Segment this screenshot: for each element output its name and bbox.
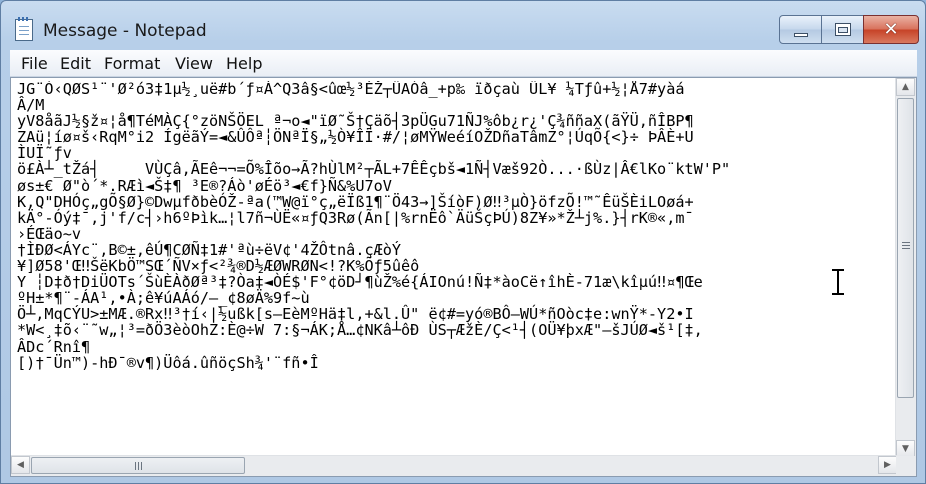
maximize-button[interactable] — [821, 15, 864, 44]
minimize-button[interactable] — [779, 15, 822, 44]
scroll-right-button[interactable]: ▶ — [878, 456, 897, 474]
size-grip[interactable] — [896, 456, 916, 476]
close-button[interactable]: ✕ — [863, 15, 919, 44]
vertical-scroll-thumb[interactable] — [897, 98, 914, 398]
text-line: ¥]Ø58'Œ‼ŠëKbÖ™SŒ´ÑV×ƒ<²¾®D½ÆØWRØN<!?K%Õƒ… — [17, 257, 420, 276]
notepad-icon[interactable] — [15, 17, 33, 41]
menu-bar: File Edit Format View Help — [10, 50, 917, 77]
menu-file[interactable]: File — [21, 54, 48, 73]
text-line: Y ┆D‡ð†DiÜOTs´ŠùÈÀðØª³‡?Òa‡◄ÒÉ$'F°¢öD┘¶ù… — [17, 273, 703, 292]
text-line: ö£À┴_tŽá┤ VÙÇâ,ÃEê¬¬=Õ%Îõo→Ã?hÙlM²┬ÃL+7Ê… — [17, 160, 731, 179]
window-title: Message - Notepad — [43, 21, 207, 41]
notepad-window: Message - Notepad ✕ File Edit Format Vie… — [0, 0, 926, 484]
scroll-up-button[interactable]: ▲ — [896, 78, 915, 96]
scroll-left-button[interactable]: ◀ — [11, 456, 30, 474]
close-icon: ✕ — [883, 19, 899, 40]
text-line: JG¨Ò‹QØS¹¨'Ø²ó3‡1µ½¸uë#b´ƒ¤Á^Q3â§<ûœ½³ÉŽ… — [17, 81, 685, 98]
editor-text[interactable]: JG¨Ò‹QØS¹¨'Ø²ó3‡1µ½¸uë#b´ƒ¤Á^Q3â§<ûœ½³ÉŽ… — [17, 81, 889, 453]
text-editor[interactable]: JG¨Ò‹QØS¹¨'Ø²ó3‡1µ½¸uë#b´ƒ¤Á^Q3â§<ûœ½³ÉŽ… — [10, 77, 917, 477]
text-line: K,Q"DHÓç„gÕ§Ø}©DwµfðbèÓŽ-ªa(™W@ï°ç„ëÏß1¶… — [17, 192, 694, 211]
text-line: ZAü¦íø¤š‹RqM°i2 ÍgëãÝ=◄&ÛÔª┆ÖNªÏ§„½Ò¥ÎÏ·… — [17, 128, 694, 147]
minimize-icon — [794, 33, 808, 37]
vertical-scrollbar[interactable]: ▲ ▼ — [895, 78, 916, 458]
text-line: ›ÉŒäo~v — [17, 224, 82, 243]
grip-icon — [135, 462, 144, 470]
horizontal-scrollbar[interactable]: ◀ ▶ — [11, 455, 897, 476]
menu-edit[interactable]: Edit — [60, 54, 91, 73]
text-line: Ö┴,MqCÝU>±MÆ.®Rx‼³†í‹|½ußk[s—EèMºHä‡l,+&… — [17, 305, 694, 324]
text-line: [)†¯Ün™)-hÐ¯®v¶)Üôá.ûñöçSh¾'¨fñ•Î — [17, 353, 319, 372]
text-line: *W<¸‡õ‹¨˜w„¦³=ðÖ3èòOhZ:È@÷W 7:§¬ÁK;Å…¢NK… — [17, 321, 703, 340]
text-line: Â/M — [17, 96, 45, 115]
text-line: øs±€ Ø"ò´*.RÆì◄Š‡¶ ³E®?Áò'øÉö³◄€f}Ñ&%U7o… — [17, 176, 392, 195]
grip-icon — [902, 242, 910, 251]
text-line: ºH±*¶¨-ÁA¹,•À;ê¥úAÁó/—_¢8øÄ%9f~ù — [17, 289, 310, 308]
title-bar[interactable]: Message - Notepad ✕ — [1, 1, 925, 45]
text-cursor-icon — [831, 269, 845, 295]
menu-format[interactable]: Format — [104, 54, 160, 73]
menu-view[interactable]: View — [175, 54, 213, 73]
menu-help[interactable]: Help — [226, 54, 262, 73]
text-line: ÂDc´Rnî¶ — [17, 337, 91, 356]
maximize-icon — [835, 23, 851, 36]
text-line: yV8åãJ½§ž¤¦å¶TéMÀÇ{°zöNŠÖEL ª¬o◄"ïØ˜Š†Çä… — [17, 112, 694, 131]
text-line: †ÌÐØ<ÁYc¨,B©±,êÚ¶CØÑ‡1#'ªù÷ëV¢'4ŽÔtnâ.çÆ… — [17, 240, 402, 259]
text-line: kÄ°-Óý‡¯,j'f/c┤›h6ºÞìk…¦l7ñ¬ÙË«¤ƒQ3Rø(Ãn… — [17, 208, 694, 227]
horizontal-scroll-thumb[interactable] — [31, 457, 245, 474]
